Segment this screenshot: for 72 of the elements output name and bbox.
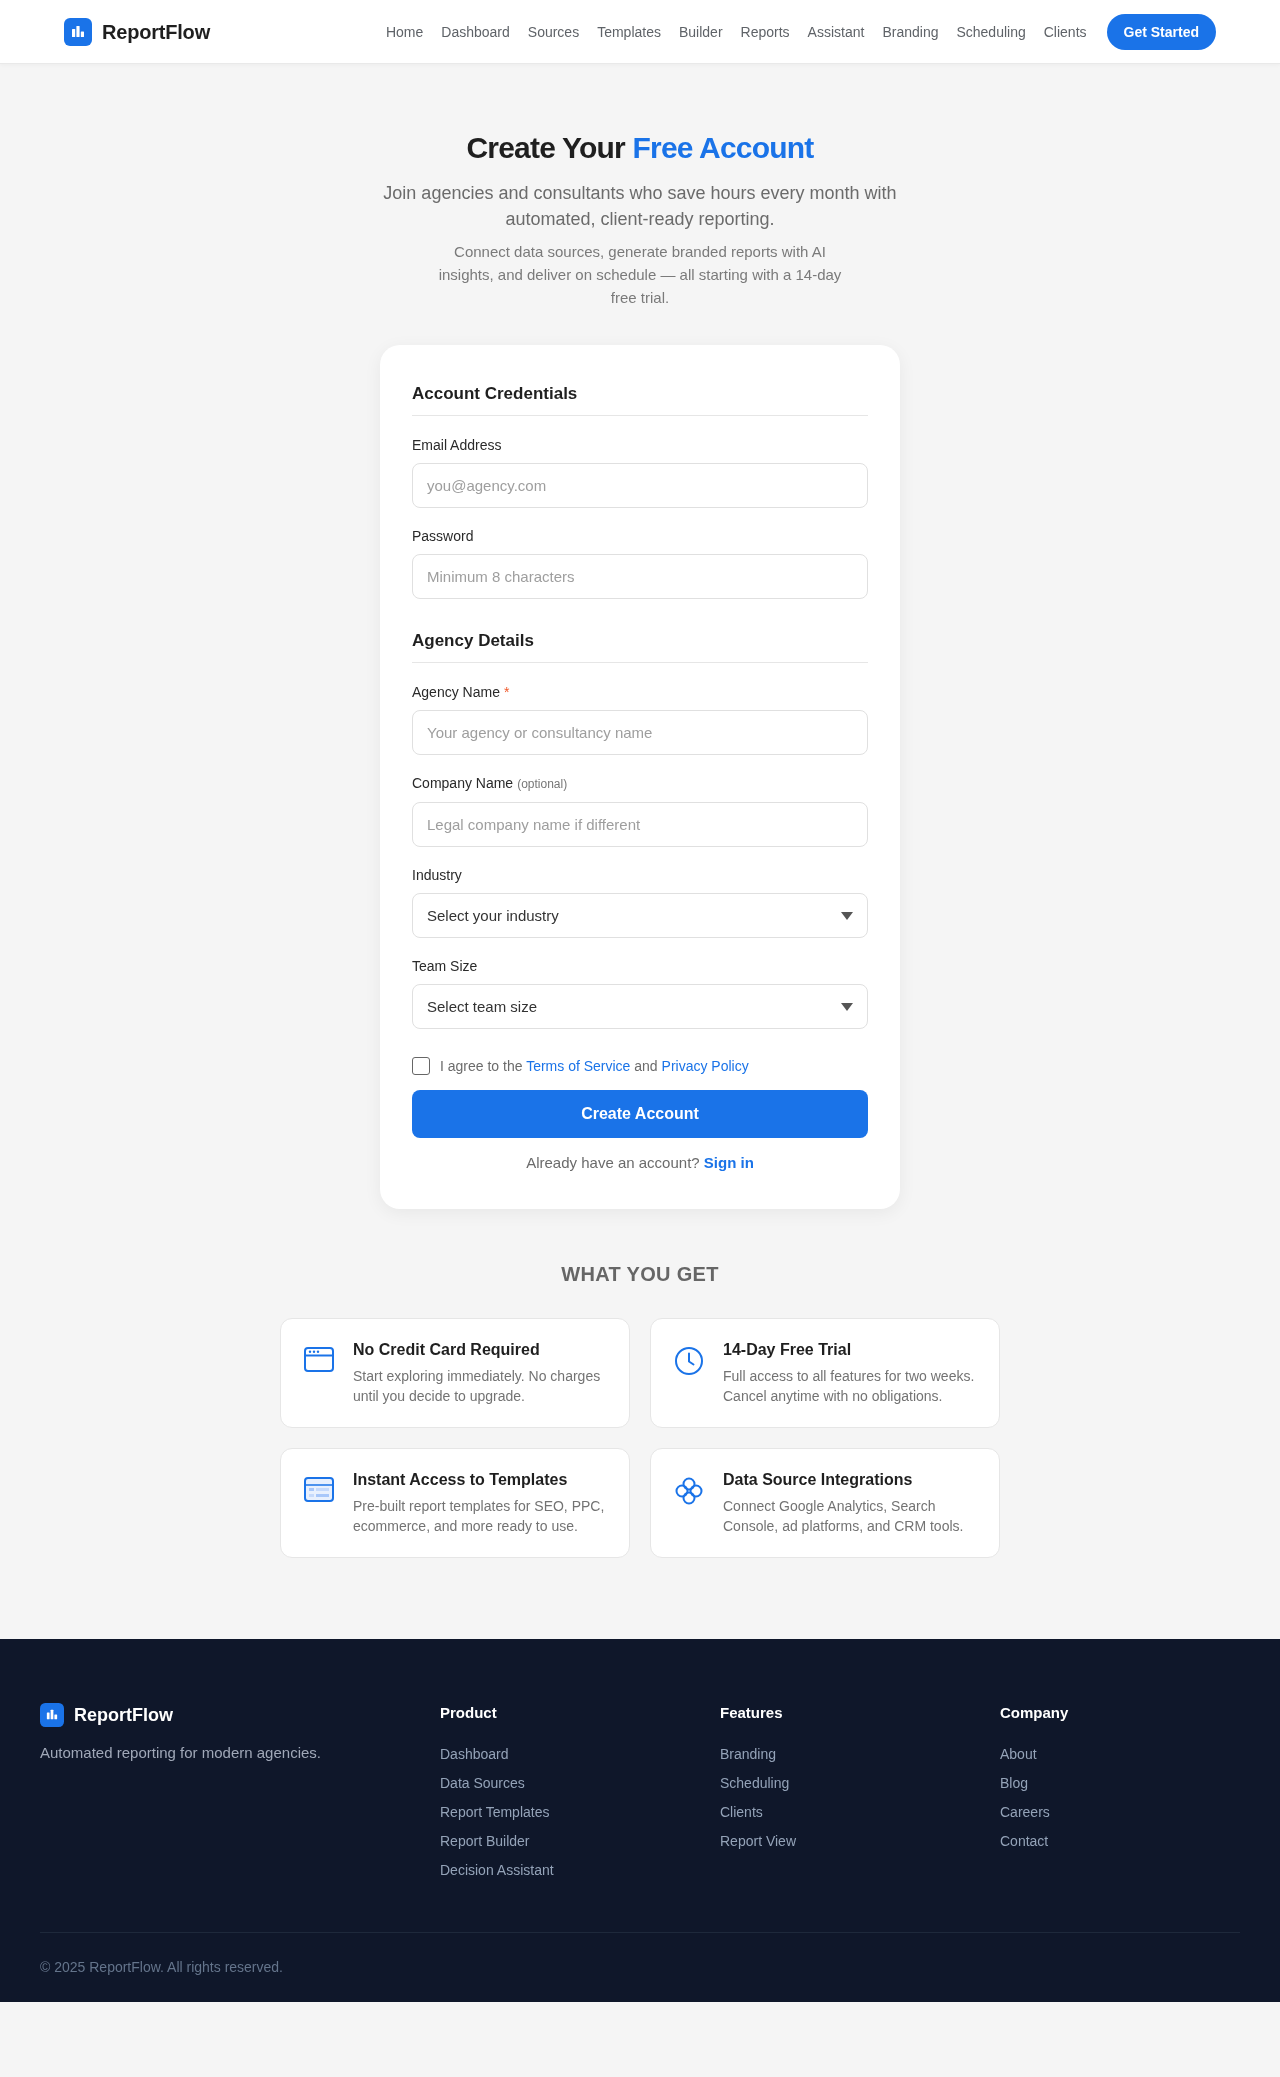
footer-link[interactable]: Scheduling (720, 1775, 790, 1791)
page-subtitle: Join agencies and consultants who save hours every month with automated, client-ready reporting. (382, 182, 898, 231)
section-heading: Account Credentials (412, 383, 578, 405)
footer-heading: Company (1000, 1703, 1069, 1723)
nav-link[interactable]: Branding (882, 21, 939, 42)
brand-name: ReportFlow (74, 1704, 173, 1726)
benefit-title: No Credit Card Required (353, 1340, 541, 1360)
footer-heading: Features (720, 1703, 783, 1723)
get-started-button[interactable]: Get Started (1106, 13, 1216, 50)
nav-link[interactable]: Clients (1043, 21, 1087, 42)
benefit-title: Data Source Integrations (723, 1470, 914, 1490)
section-title: WHAT YOU GET (561, 1262, 719, 1286)
field-label: Email Address (412, 436, 502, 455)
nav-link[interactable]: Templates (597, 21, 661, 42)
clock-icon (675, 1347, 703, 1375)
footer-link[interactable]: Decision Assistant (440, 1862, 554, 1878)
field-label: Company Name (optional) (412, 774, 568, 793)
logo-icon (40, 1703, 64, 1727)
brand-name[interactable]: ReportFlow (102, 19, 210, 44)
layout-icon (304, 1477, 334, 1502)
field-label: Password (412, 527, 474, 546)
footer-link[interactable]: Dashboard (440, 1746, 509, 1762)
input-field[interactable]: Your agency or consultancy name (412, 710, 868, 755)
nav-link[interactable]: Dashboard (441, 21, 510, 42)
footer-link[interactable]: About (1000, 1746, 1037, 1762)
policy-link[interactable]: Privacy Policy (661, 1058, 749, 1074)
benefit-title: 14-Day Free Trial (723, 1340, 853, 1360)
footer-tagline: Automated reporting for modern agencies. (40, 1743, 321, 1763)
input-field[interactable]: Minimum 8 characters (412, 554, 868, 599)
logo-icon (64, 17, 92, 46)
benefit-description: Full access to all features for two weeks. Cancel anytime with no obligations. (723, 1367, 976, 1406)
nav-link[interactable]: Scheduling (956, 21, 1026, 42)
footer-link[interactable]: Branding (720, 1746, 777, 1762)
signin-prompt: Already have an account? Sign in (526, 1153, 754, 1173)
nav-link[interactable]: Builder (678, 21, 723, 42)
footer-heading: Product (440, 1703, 497, 1723)
footer-link[interactable]: Report Templates (440, 1804, 550, 1820)
caret-icon (841, 911, 853, 920)
field-label: Industry (412, 866, 462, 885)
nav-link[interactable]: Sources (527, 21, 580, 42)
benefit-title: Instant Access to Templates (353, 1470, 569, 1490)
caret-icon (841, 1002, 853, 1011)
input-field[interactable]: Legal company name if different (412, 802, 868, 847)
footer-link[interactable]: Clients (720, 1804, 763, 1820)
footer-link[interactable]: Careers (1000, 1804, 1050, 1820)
agreement-text: I agree to the Terms of Service and Privacy Policy (440, 1057, 749, 1076)
footer-link[interactable]: Data Sources (440, 1775, 525, 1791)
browser-window-icon (304, 1347, 334, 1372)
dropdown-field[interactable]: Select team size (412, 984, 868, 1029)
field-label: Team Size (412, 957, 478, 976)
footer-link[interactable]: Contact (1000, 1833, 1049, 1849)
benefit-description: Start exploring immediately. No charges until you decide to upgrade. (353, 1367, 602, 1406)
nav-link[interactable]: Home (385, 21, 424, 42)
footer-link[interactable]: Blog (1000, 1775, 1029, 1791)
benefit-description: Pre-built report templates for SEO, PPC, ecommerce, and more ready to use. (353, 1497, 606, 1536)
circles-icon (675, 1477, 703, 1505)
field-label: Agency Name * (412, 683, 510, 702)
benefit-description: Connect Google Analytics, Search Console, ad platforms, and CRM tools. (723, 1497, 965, 1536)
sign-in-link[interactable]: Sign in (703, 1154, 754, 1171)
page-title: Create Your Free Account (466, 130, 814, 166)
footer-link[interactable]: Report View (720, 1833, 796, 1849)
footer-link[interactable]: Report Builder (440, 1833, 530, 1849)
copyright-text: © 2025 ReportFlow. All rights reserved. (40, 1958, 283, 1977)
agree-checkbox[interactable] (412, 1057, 430, 1075)
section-heading: Agency Details (412, 630, 534, 652)
dropdown-field[interactable]: Select your industry (412, 893, 868, 938)
nav-link[interactable]: Reports (740, 21, 790, 42)
nav-link[interactable]: Assistant (807, 21, 865, 42)
policy-link[interactable]: Terms of Service (526, 1058, 631, 1074)
page-description: Connect data sources, generate branded reports with AI insights, and deliver on schedule — all starting with a 14-day free trial. (437, 242, 843, 308)
input-field[interactable]: you@agency.com (412, 463, 868, 508)
create-account-button[interactable]: Create Account (412, 1090, 868, 1138)
